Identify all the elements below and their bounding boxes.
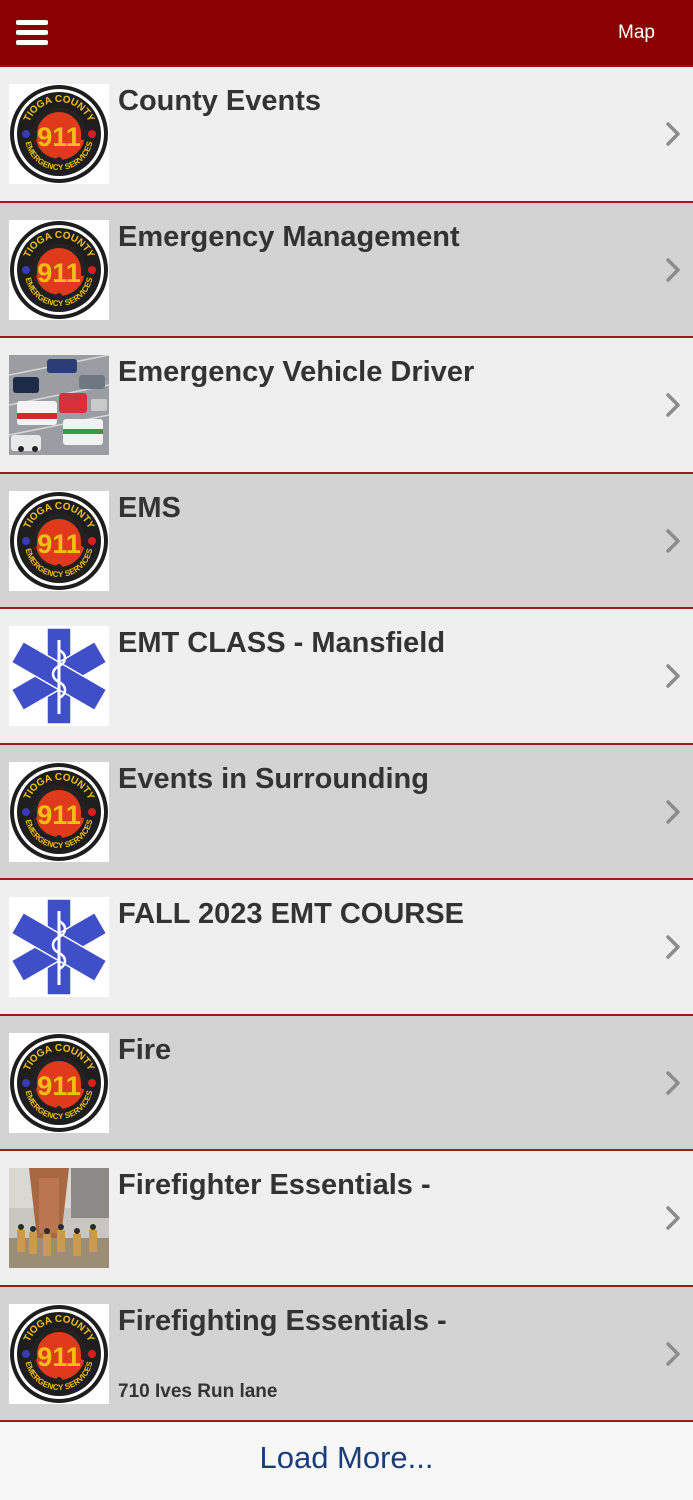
tioga-county-911-logo: TIOGA COUNTY EMERGENCY SERVICES 911 — [9, 761, 109, 862]
load-more-button[interactable]: Load More... — [259, 1440, 433, 1476]
list-item[interactable]: TIOGA COUNTY EMERGENCY SERVICES 911 EMS — [0, 473, 693, 609]
chevron-right-icon — [666, 799, 680, 824]
svg-text:911: 911 — [37, 258, 81, 288]
svg-text:911: 911 — [37, 800, 81, 830]
item-title: EMT CLASS - Mansfield — [118, 627, 446, 659]
list-item[interactable]: FALL 2023 EMT COURSE — [0, 880, 693, 1016]
hamburger-menu-icon[interactable] — [16, 18, 48, 48]
list-item[interactable]: EMT CLASS - Mansfield — [0, 609, 693, 745]
list-item[interactable]: TIOGA COUNTY EMERGENCY SERVICES 911 Emer… — [0, 202, 693, 338]
chevron-right-icon — [666, 1070, 680, 1095]
item-title: County Events — [118, 85, 322, 117]
chevron-right-icon — [666, 935, 680, 959]
svg-text:911: 911 — [37, 529, 81, 559]
load-more-bar: Load More... — [0, 1423, 693, 1500]
event-category-list: TIOGA COUNTY EMERGENCY SERVICES 911 Coun… — [0, 67, 693, 1422]
item-title: Events in Surrounding — [118, 762, 429, 795]
emergency-vehicles-photo — [9, 355, 109, 455]
item-title: Emergency Management — [118, 220, 460, 253]
chevron-right-icon — [666, 257, 680, 282]
item-title: Firefighting Essentials - — [118, 1304, 447, 1337]
star-of-life-icon — [9, 897, 109, 997]
tioga-county-911-logo: TIOGA COUNTY EMERGENCY SERVICES 911 — [9, 490, 109, 591]
item-subtitle: 710 Ives Run lane — [118, 1380, 278, 1402]
chevron-right-icon — [666, 122, 680, 146]
top-bar: Map — [0, 0, 693, 67]
item-title: FALL 2023 EMT COURSE — [118, 898, 464, 930]
chevron-right-icon — [666, 528, 680, 553]
list-item[interactable]: Firefighter Essentials - — [0, 1151, 693, 1287]
svg-text:911: 911 — [37, 1342, 81, 1372]
item-title: EMS — [118, 491, 181, 524]
tioga-county-911-logo: TIOGA COUNTY EMERGENCY SERVICES 911 — [9, 84, 109, 184]
tioga-county-911-logo: TIOGA COUNTY EMERGENCY SERVICES 911 — [9, 1303, 109, 1404]
list-item[interactable]: TIOGA COUNTY EMERGENCY SERVICES 911 Even… — [0, 744, 693, 880]
tioga-county-911-logo: TIOGA COUNTY EMERGENCY SERVICES 911 — [9, 1032, 109, 1133]
chevron-right-icon — [666, 1341, 680, 1366]
chevron-right-icon — [666, 664, 680, 688]
svg-text:911: 911 — [37, 122, 81, 152]
list-item[interactable]: TIOGA COUNTY EMERGENCY SERVICES 911 Coun… — [0, 67, 693, 203]
item-title: Firefighter Essentials - — [118, 1169, 431, 1201]
chevron-right-icon — [666, 1206, 680, 1230]
item-title: Emergency Vehicle Driver — [118, 356, 475, 388]
item-title: Fire — [118, 1033, 172, 1066]
list-item[interactable]: TIOGA COUNTY EMERGENCY SERVICES 911 Fire — [0, 1015, 693, 1151]
chevron-right-icon — [666, 393, 680, 417]
map-button[interactable]: Map — [618, 22, 655, 44]
firefighter-training-photo — [9, 1168, 109, 1268]
tioga-county-911-logo: TIOGA COUNTY EMERGENCY SERVICES 911 — [9, 219, 109, 320]
svg-text:911: 911 — [37, 1071, 81, 1101]
star-of-life-icon — [9, 626, 109, 726]
list-item[interactable]: Emergency Vehicle Driver — [0, 338, 693, 474]
list-item[interactable]: TIOGA COUNTY EMERGENCY SERVICES 911 Fire… — [0, 1286, 693, 1422]
